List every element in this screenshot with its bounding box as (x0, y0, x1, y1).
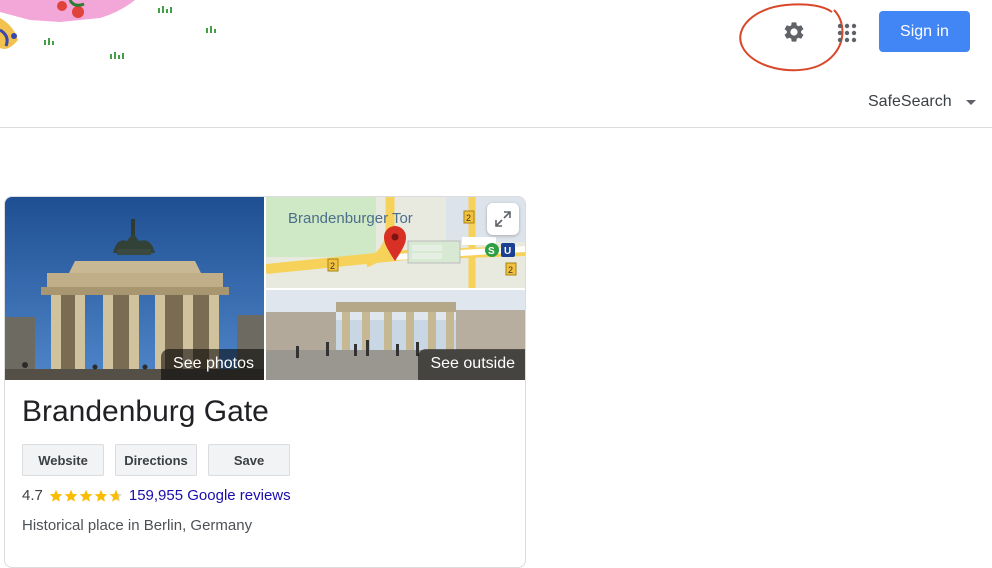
knowledge-panel: See photos Brandenburger Tor 2 2 2 S U S… (4, 196, 526, 568)
reviews-link[interactable]: 159,955 Google reviews (129, 487, 291, 504)
map-place-label: Brandenburger Tor (288, 210, 413, 227)
star-rating (49, 489, 123, 503)
street-view-tile[interactable]: See outside (266, 290, 525, 380)
website-button[interactable]: Website (22, 444, 104, 476)
star-icon (109, 489, 123, 502)
apps-grid-icon (837, 23, 857, 43)
chevron-down-icon (965, 99, 976, 105)
star-icon (64, 489, 78, 502)
apps-button[interactable] (828, 14, 866, 52)
expand-icon (495, 211, 511, 227)
sbahn-icon: S (488, 246, 495, 257)
map-tile[interactable]: Brandenburger Tor 2 2 2 S U (266, 197, 525, 288)
header-divider (0, 127, 992, 128)
star-icon (49, 489, 63, 502)
place-subtitle: Historical place in Berlin, Germany (22, 517, 253, 534)
road-badge: 2 (508, 265, 513, 275)
see-photos-label: See photos (161, 349, 264, 380)
road-badge: 2 (330, 261, 335, 271)
action-buttons: Website Directions Save (22, 444, 290, 476)
safesearch-dropdown[interactable]: SafeSearch (868, 90, 976, 114)
see-outside-label: See outside (418, 349, 525, 380)
save-button[interactable]: Save (208, 444, 290, 476)
star-icon (94, 489, 108, 502)
photo-tile[interactable]: See photos (5, 197, 264, 380)
star-icon (79, 489, 93, 502)
rating-row: 4.7 159,955 Google reviews (22, 487, 291, 504)
place-title: Brandenburg Gate (22, 395, 269, 428)
gear-icon (784, 22, 804, 42)
road-badge: 2 (466, 213, 471, 223)
safesearch-label: SafeSearch (868, 93, 952, 110)
sign-in-button[interactable]: Sign in (879, 11, 970, 52)
doodle-illustration (0, 0, 216, 59)
rating-value: 4.7 (22, 487, 43, 504)
directions-button[interactable]: Directions (115, 444, 197, 476)
settings-button[interactable] (776, 14, 812, 50)
ubahn-icon: U (504, 246, 511, 257)
expand-map-button[interactable] (487, 203, 519, 235)
